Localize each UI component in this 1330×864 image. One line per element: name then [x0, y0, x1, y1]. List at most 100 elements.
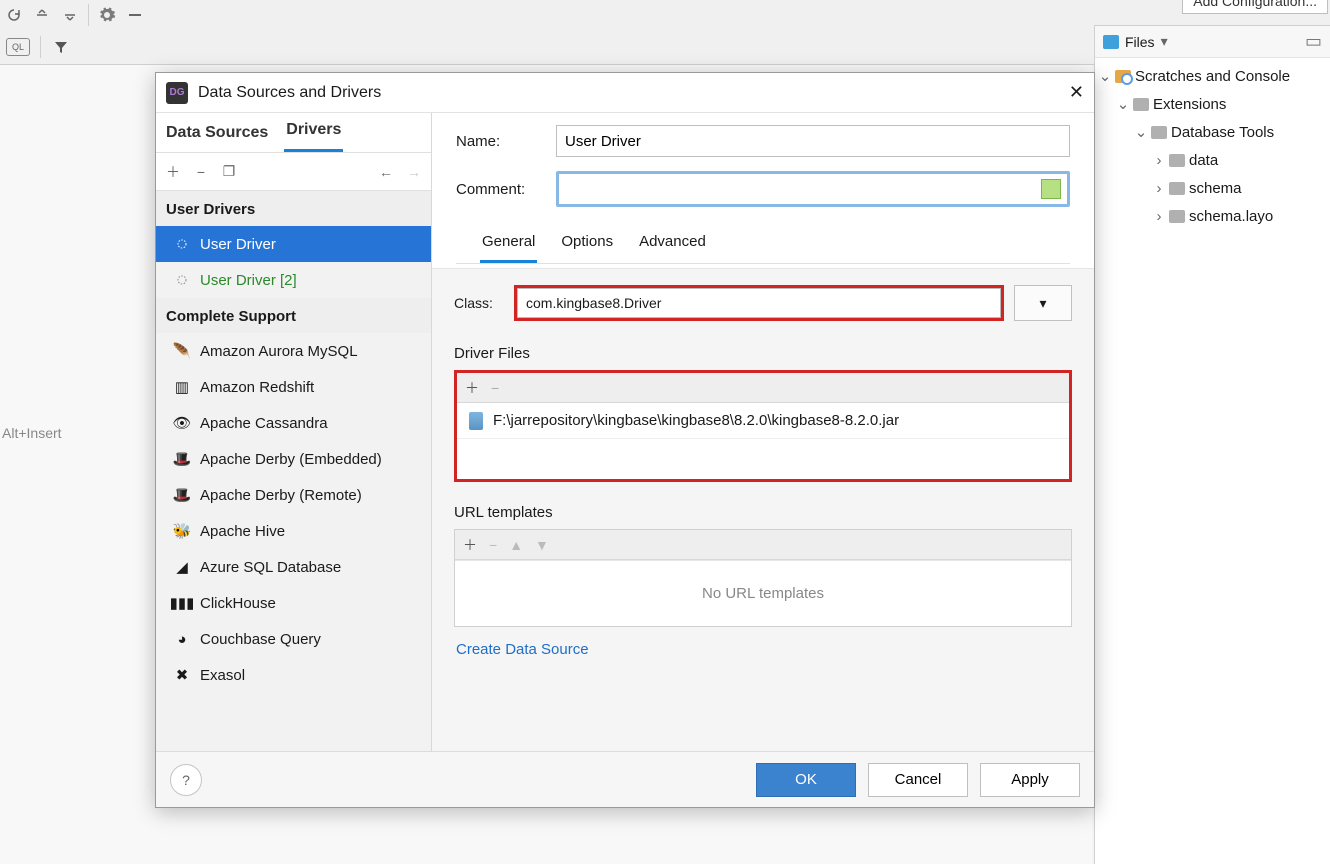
tree-label: Database Tools: [1171, 124, 1274, 141]
driver-files-label: Driver Files: [454, 345, 1072, 362]
ok-button[interactable]: OK: [756, 763, 856, 797]
tree-label: Scratches and Console: [1135, 68, 1290, 85]
chevron-right-icon[interactable]: ›: [1153, 152, 1165, 169]
chevron-right-icon[interactable]: ›: [1153, 208, 1165, 225]
chevron-down-icon: ▾: [1161, 33, 1168, 50]
tab-general[interactable]: General: [480, 229, 537, 263]
minimize-icon[interactable]: [125, 5, 145, 25]
driver-item[interactable]: 🎩Apache Derby (Remote): [156, 477, 431, 513]
complete-support-header: Complete Support: [156, 298, 431, 333]
collapse-icon[interactable]: [32, 5, 52, 25]
driver-item[interactable]: 🐝Apache Hive: [156, 513, 431, 549]
driver-item-label: Couchbase Query: [200, 631, 321, 648]
files-dropdown-label: Files: [1125, 34, 1155, 50]
project-tree[interactable]: ⌄ Scratches and Console ⌄ Extensions ⌄ D…: [1095, 58, 1330, 234]
tab-options[interactable]: Options: [559, 229, 615, 263]
form-tabs: General Options Advanced: [456, 221, 1070, 264]
filter-icon[interactable]: [51, 37, 71, 57]
comment-field-wrapper: [556, 171, 1070, 207]
close-icon[interactable]: ✕: [1069, 82, 1084, 103]
derby-icon: 🎩: [174, 451, 190, 467]
driver-generic-icon: [174, 272, 190, 288]
driver-generic-icon: [174, 236, 190, 252]
url-templates-label: URL templates: [454, 504, 1072, 521]
data-sources-dialog: DG Data Sources and Drivers ✕ Data Sourc…: [155, 72, 1095, 808]
class-input[interactable]: com.kingbase8.Driver: [517, 288, 1001, 318]
driver-item[interactable]: 👁Apache Cassandra: [156, 405, 431, 441]
jar-path: F:\jarrepository\kingbase\kingbase8\8.2.…: [493, 412, 899, 429]
jar-icon: [469, 412, 483, 430]
driver-item-label: Apache Cassandra: [200, 415, 328, 432]
tab-advanced[interactable]: Advanced: [637, 229, 708, 263]
driver-item[interactable]: ✖ Exasol: [156, 657, 431, 693]
apply-button[interactable]: Apply: [980, 763, 1080, 797]
derby-icon: 🎩: [174, 487, 190, 503]
aurora-icon: 🪶: [174, 343, 190, 359]
project-panel: Files ▾ ▭ ⌄ Scratches and Console ⌄ Exte…: [1094, 25, 1330, 864]
clickhouse-icon: ▮▮▮: [174, 595, 190, 611]
driver-item[interactable]: ▥Amazon Redshift: [156, 369, 431, 405]
move-up-icon[interactable]: ▲: [509, 537, 523, 553]
expand-icon[interactable]: [60, 5, 80, 25]
add-icon[interactable]: ＋: [463, 535, 477, 555]
open-icon[interactable]: ▭: [1305, 31, 1322, 52]
copy-icon[interactable]: ❐: [220, 163, 238, 180]
add-configuration-button[interactable]: Add Configuration...: [1182, 0, 1328, 14]
driver-sidebar: Data Sources Drivers ＋ − ❐ ← → User Driv…: [156, 113, 432, 751]
driver-files-highlight: ＋ − F:\jarrepository\kingbase\kingbase8\…: [454, 370, 1072, 482]
driver-item[interactable]: 🪶 Amazon Aurora MySQL: [156, 333, 431, 369]
cancel-button[interactable]: Cancel: [868, 763, 968, 797]
forward-icon[interactable]: →: [405, 164, 423, 180]
dialog-title: Data Sources and Drivers: [198, 84, 381, 102]
url-empty-text: No URL templates: [455, 560, 1071, 626]
driver-item-label: Exasol: [200, 667, 245, 684]
back-icon[interactable]: ←: [377, 164, 395, 180]
name-label: Name:: [456, 133, 556, 150]
driver-item-label: Apache Derby (Embedded): [200, 451, 382, 468]
jar-file-row[interactable]: F:\jarrepository\kingbase\kingbase8\8.2.…: [457, 403, 1069, 439]
remove-icon[interactable]: −: [192, 164, 210, 180]
class-dropdown-button[interactable]: ▾: [1014, 285, 1072, 321]
chevron-down-icon[interactable]: ⌄: [1117, 95, 1129, 113]
add-icon[interactable]: ＋: [465, 378, 479, 398]
query-icon[interactable]: QL: [6, 38, 30, 56]
remove-icon[interactable]: −: [491, 380, 499, 396]
driver-item-user-driver-2[interactable]: User Driver [2]: [156, 262, 431, 298]
driver-list[interactable]: User Drivers User Driver User Driver [2]…: [156, 191, 431, 751]
comment-input[interactable]: [559, 174, 1041, 204]
driver-name-input[interactable]: [556, 125, 1070, 157]
gear-icon[interactable]: [97, 5, 117, 25]
driver-item[interactable]: ▮▮▮ClickHouse: [156, 585, 431, 621]
redshift-icon: ▥: [174, 379, 190, 395]
expand-icon[interactable]: [1041, 179, 1061, 199]
comment-label: Comment:: [456, 181, 556, 198]
tree-label: schema: [1189, 180, 1242, 197]
move-down-icon[interactable]: ▼: [535, 537, 549, 553]
project-panel-header[interactable]: Files ▾ ▭: [1095, 26, 1330, 58]
driver-item-user-driver[interactable]: User Driver: [156, 226, 431, 262]
chevron-down-icon[interactable]: ⌄: [1135, 123, 1147, 141]
driver-item-label: Azure SQL Database: [200, 559, 341, 576]
help-button[interactable]: ?: [170, 764, 202, 796]
driver-item[interactable]: ◢Azure SQL Database: [156, 549, 431, 585]
create-data-source-link[interactable]: Create Data Source: [454, 627, 1072, 658]
tab-data-sources[interactable]: Data Sources: [164, 116, 270, 152]
user-drivers-header: User Drivers: [156, 191, 431, 226]
exasol-icon: ✖: [174, 667, 190, 683]
driver-item-label: User Driver: [200, 236, 276, 253]
files-icon: [1103, 35, 1119, 49]
chevron-right-icon[interactable]: ›: [1153, 180, 1165, 197]
driver-item[interactable]: ◕Couchbase Query: [156, 621, 431, 657]
datagrip-icon: DG: [166, 82, 188, 104]
remove-icon[interactable]: −: [489, 537, 497, 553]
add-icon[interactable]: ＋: [164, 162, 182, 182]
class-highlight: com.kingbase8.Driver: [514, 285, 1004, 321]
driver-item-label: Amazon Aurora MySQL: [200, 343, 358, 360]
tab-drivers[interactable]: Drivers: [284, 113, 343, 152]
driver-files-list[interactable]: F:\jarrepository\kingbase\kingbase8\8.2.…: [457, 403, 1069, 479]
folder-icon: [1151, 126, 1167, 139]
refresh-icon[interactable]: [4, 5, 24, 25]
driver-item[interactable]: 🎩 Apache Derby (Embedded): [156, 441, 431, 477]
sidebar-toolbar: ＋ − ❐ ← →: [156, 153, 431, 191]
chevron-down-icon[interactable]: ⌄: [1099, 67, 1111, 85]
